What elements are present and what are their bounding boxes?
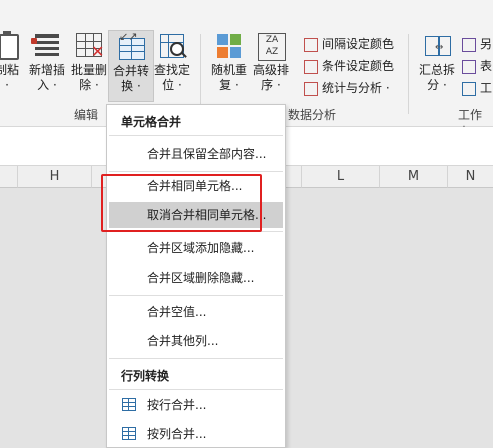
sheet-icon bbox=[462, 59, 476, 74]
condition-color-label: 条件设定颜色 bbox=[322, 59, 395, 73]
summary-split-icon: ↔ bbox=[421, 30, 453, 60]
menu-item-label: 合并区域删除隐藏... bbox=[147, 271, 255, 285]
batch-delete-label: 批量删 bbox=[70, 63, 107, 77]
find-locate-button[interactable]: 查找定 位 · bbox=[149, 30, 195, 102]
column-header-l[interactable]: L bbox=[302, 166, 380, 188]
menu-item-remove-hidden[interactable]: 合并区域删除隐藏... bbox=[109, 265, 283, 291]
menu-item-unmerge-same[interactable]: 取消合并相同单元格... bbox=[109, 202, 283, 228]
stats-analysis-button[interactable]: 统计与分析 · bbox=[304, 78, 390, 98]
menu-item-add-hidden[interactable]: 合并区域添加隐藏... bbox=[109, 235, 283, 261]
menu-item-merge-other-cols[interactable]: 合并其他列... bbox=[109, 328, 283, 354]
sheet-tool-2[interactable]: 表 bbox=[462, 56, 492, 76]
find-locate-label: 查找定 bbox=[153, 63, 190, 77]
sheet-tool-1-label: 另 bbox=[480, 37, 493, 51]
interval-color-button[interactable]: 间隔设定颜色 bbox=[304, 34, 394, 54]
table-icon bbox=[122, 398, 136, 411]
advanced-sort-label2: 序 · bbox=[261, 78, 281, 92]
menu-section-title: 行列转换 bbox=[121, 369, 170, 383]
menu-divider bbox=[109, 389, 283, 390]
random-repeat-icon bbox=[213, 30, 245, 60]
sheet-icon bbox=[462, 81, 476, 96]
menu-divider bbox=[109, 295, 283, 296]
menu-section-title: 单元格合并 bbox=[121, 115, 182, 129]
stats-analysis-label: 统计与分析 · bbox=[322, 81, 390, 95]
interval-color-label: 间隔设定颜色 bbox=[322, 37, 395, 51]
random-repeat-label2: 复 · bbox=[219, 78, 239, 92]
sort-az-icon: ZA AZ bbox=[255, 30, 287, 61]
menu-item-merge-empty[interactable]: 合并空值... bbox=[109, 299, 283, 325]
sheet-icon bbox=[462, 37, 476, 52]
menu-item-label: 取消合并相同单元格... bbox=[147, 208, 267, 222]
merge-convert-button[interactable]: ↙↗ 合并转 换 · bbox=[108, 30, 154, 102]
insert-label2: 入 · bbox=[37, 78, 57, 92]
paste-icon bbox=[0, 30, 23, 60]
menu-item-label: 按行合并... bbox=[147, 398, 207, 412]
sheet-tool-1[interactable]: 另 bbox=[462, 34, 492, 54]
sheet-tool-3-label: 工 bbox=[480, 81, 493, 95]
advanced-sort-button[interactable]: ZA AZ 高级排 序 · bbox=[248, 30, 294, 102]
advanced-sort-label: 高级排 bbox=[252, 63, 289, 77]
find-locate-label2: 位 · bbox=[162, 78, 182, 92]
table-icon bbox=[122, 427, 136, 440]
menu-item-label: 合并空值... bbox=[147, 305, 207, 319]
menu-item-label: 合并相同单元格... bbox=[147, 179, 243, 193]
insert-label: 新增插 bbox=[28, 63, 65, 77]
column-header[interactable] bbox=[0, 166, 18, 188]
summary-split-label: 汇总拆 bbox=[418, 63, 455, 77]
stats-analysis-icon bbox=[304, 81, 318, 96]
column-header-m[interactable]: M bbox=[380, 166, 448, 188]
group-divider bbox=[200, 34, 201, 114]
insert-rows-icon bbox=[31, 30, 63, 60]
merge-convert-dropdown: 单元格合并 合并且保留全部内容... 合并相同单元格... 取消合并相同单元格.… bbox=[106, 104, 286, 448]
random-repeat-button[interactable]: 随机重 复 · bbox=[206, 30, 252, 102]
summary-split-label2: 分 · bbox=[427, 78, 447, 92]
condition-color-button[interactable]: 条件设定颜色 bbox=[304, 56, 394, 76]
sheet-tool-3[interactable]: 工 bbox=[462, 78, 492, 98]
group-divider bbox=[408, 34, 409, 114]
menu-item-label: 合并且保留全部内容... bbox=[147, 147, 267, 161]
find-locate-icon bbox=[156, 30, 188, 60]
merge-convert-label: 合并转 bbox=[112, 64, 149, 78]
menu-item-label: 合并其他列... bbox=[147, 334, 219, 348]
menu-divider bbox=[109, 358, 283, 359]
interval-color-icon bbox=[304, 37, 318, 52]
merge-convert-label2: 换 · bbox=[121, 79, 141, 93]
summary-split-button[interactable]: ↔ 汇总拆 分 · bbox=[414, 30, 460, 102]
column-header-n[interactable]: N bbox=[448, 166, 493, 188]
menu-item-label: 合并区域添加隐藏... bbox=[147, 241, 255, 255]
column-header-h[interactable]: H bbox=[18, 166, 92, 188]
delete-grid-icon: ✕ bbox=[73, 30, 105, 60]
sheet-tool-2-label: 表 bbox=[480, 59, 493, 73]
merge-table-icon: ↙↗ bbox=[115, 30, 147, 61]
menu-item-merge-same[interactable]: 合并相同单元格... bbox=[109, 173, 283, 199]
batch-delete-button[interactable]: ✕ 批量删 除 · bbox=[66, 30, 112, 102]
menu-item-merge-by-row[interactable]: 按行合并... bbox=[109, 392, 283, 418]
menu-item-merge-by-column[interactable]: 按列合并... bbox=[109, 421, 283, 447]
menu-item-label: 按列合并... bbox=[147, 427, 207, 441]
batch-delete-label2: 除 · bbox=[79, 78, 99, 92]
menu-divider bbox=[109, 171, 283, 172]
condition-color-icon bbox=[304, 59, 318, 74]
menu-divider bbox=[109, 135, 283, 136]
group-label-data-analysis: 数据分析 bbox=[288, 108, 337, 122]
group-label-edit: 编辑 bbox=[74, 108, 99, 122]
menu-divider bbox=[109, 231, 283, 232]
insert-button[interactable]: 新增插 入 · bbox=[24, 30, 70, 102]
random-repeat-label: 随机重 bbox=[210, 63, 247, 77]
menu-item-merge-keep-all[interactable]: 合并且保留全部内容... bbox=[109, 141, 283, 167]
